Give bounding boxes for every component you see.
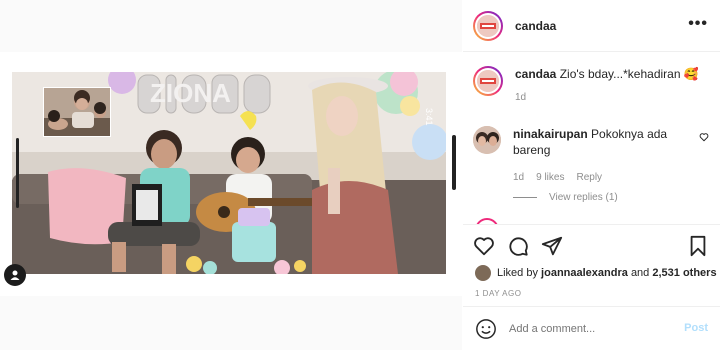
left-slider-indicator [16,138,19,208]
bookmark-icon[interactable] [688,235,708,257]
author-avatar-image [477,14,499,37]
post-actions: Liked by joannaalexandra and 2,531 other… [463,224,720,306]
more-horizontal-icon[interactable]: ••• [688,16,708,32]
view-replies-button[interactable]: View replies (1) [513,192,618,203]
likes-summary: Liked by joannaalexandra and 2,531 other… [475,265,717,281]
heart-icon[interactable] [473,235,495,257]
media-top-margin [0,0,462,52]
comment-icon[interactable] [507,235,529,257]
media-bottom-margin [0,296,462,350]
post-header: candaa ••• [463,0,720,52]
user-tag-button[interactable] [4,264,26,286]
commenter-username[interactable]: ninakairupan [513,127,588,141]
post-video[interactable]: ZIONA 3:41 [12,72,446,274]
video-corner-text: 3:41 [424,108,434,126]
post-comment-button[interactable]: Post [684,322,708,334]
author-username[interactable]: candaa [515,19,556,33]
caption-avatar[interactable] [473,66,503,96]
commenter-avatar-image [473,126,501,154]
liker-username[interactable]: joannaalexandra [541,267,628,279]
post-caption: candaa Zio's bday...*kehadiran 🥰 1d [473,66,705,106]
likes-count[interactable]: 2,531 others [652,267,716,279]
emoji-icon[interactable] [475,318,497,340]
liker-avatar[interactable] [475,265,491,281]
caption-age: 1d [515,92,527,103]
comment-heart-icon[interactable] [699,132,709,142]
user-icon [10,270,20,280]
add-comment-bar: Post [463,306,720,350]
comment-item: ninakairupan Pokoknya ada bareng 1d 9 li… [473,126,713,186]
media-panel: ZIONA 3:41 [0,0,462,350]
caption-avatar-image [477,70,499,92]
caption-text: Zio's bday...*kehadiran 🥰 [559,67,699,81]
post-timestamp[interactable]: 1 DAY AGO [475,289,521,298]
comment-reply-button[interactable]: Reply [576,170,602,186]
author-avatar[interactable] [473,10,503,41]
comments-section: candaa Zio's bday...*kehadiran 🥰 1d nina… [463,52,720,224]
balloon-letters: ZIONA [150,78,231,108]
view-replies-label: View replies (1) [549,192,618,203]
comment-input[interactable] [509,322,669,335]
right-slider-indicator [452,135,456,190]
pip-inset-video[interactable] [43,87,111,137]
comment-age: 1d [513,172,525,183]
commenter-avatar[interactable] [473,126,501,154]
caption-username[interactable]: candaa [515,67,556,81]
post-sidebar: candaa ••• candaa Zio's bday...*kehadira… [463,0,720,350]
share-icon[interactable] [541,235,563,257]
pip-illustration [44,88,110,136]
comment-likes[interactable]: 9 likes [536,170,564,186]
